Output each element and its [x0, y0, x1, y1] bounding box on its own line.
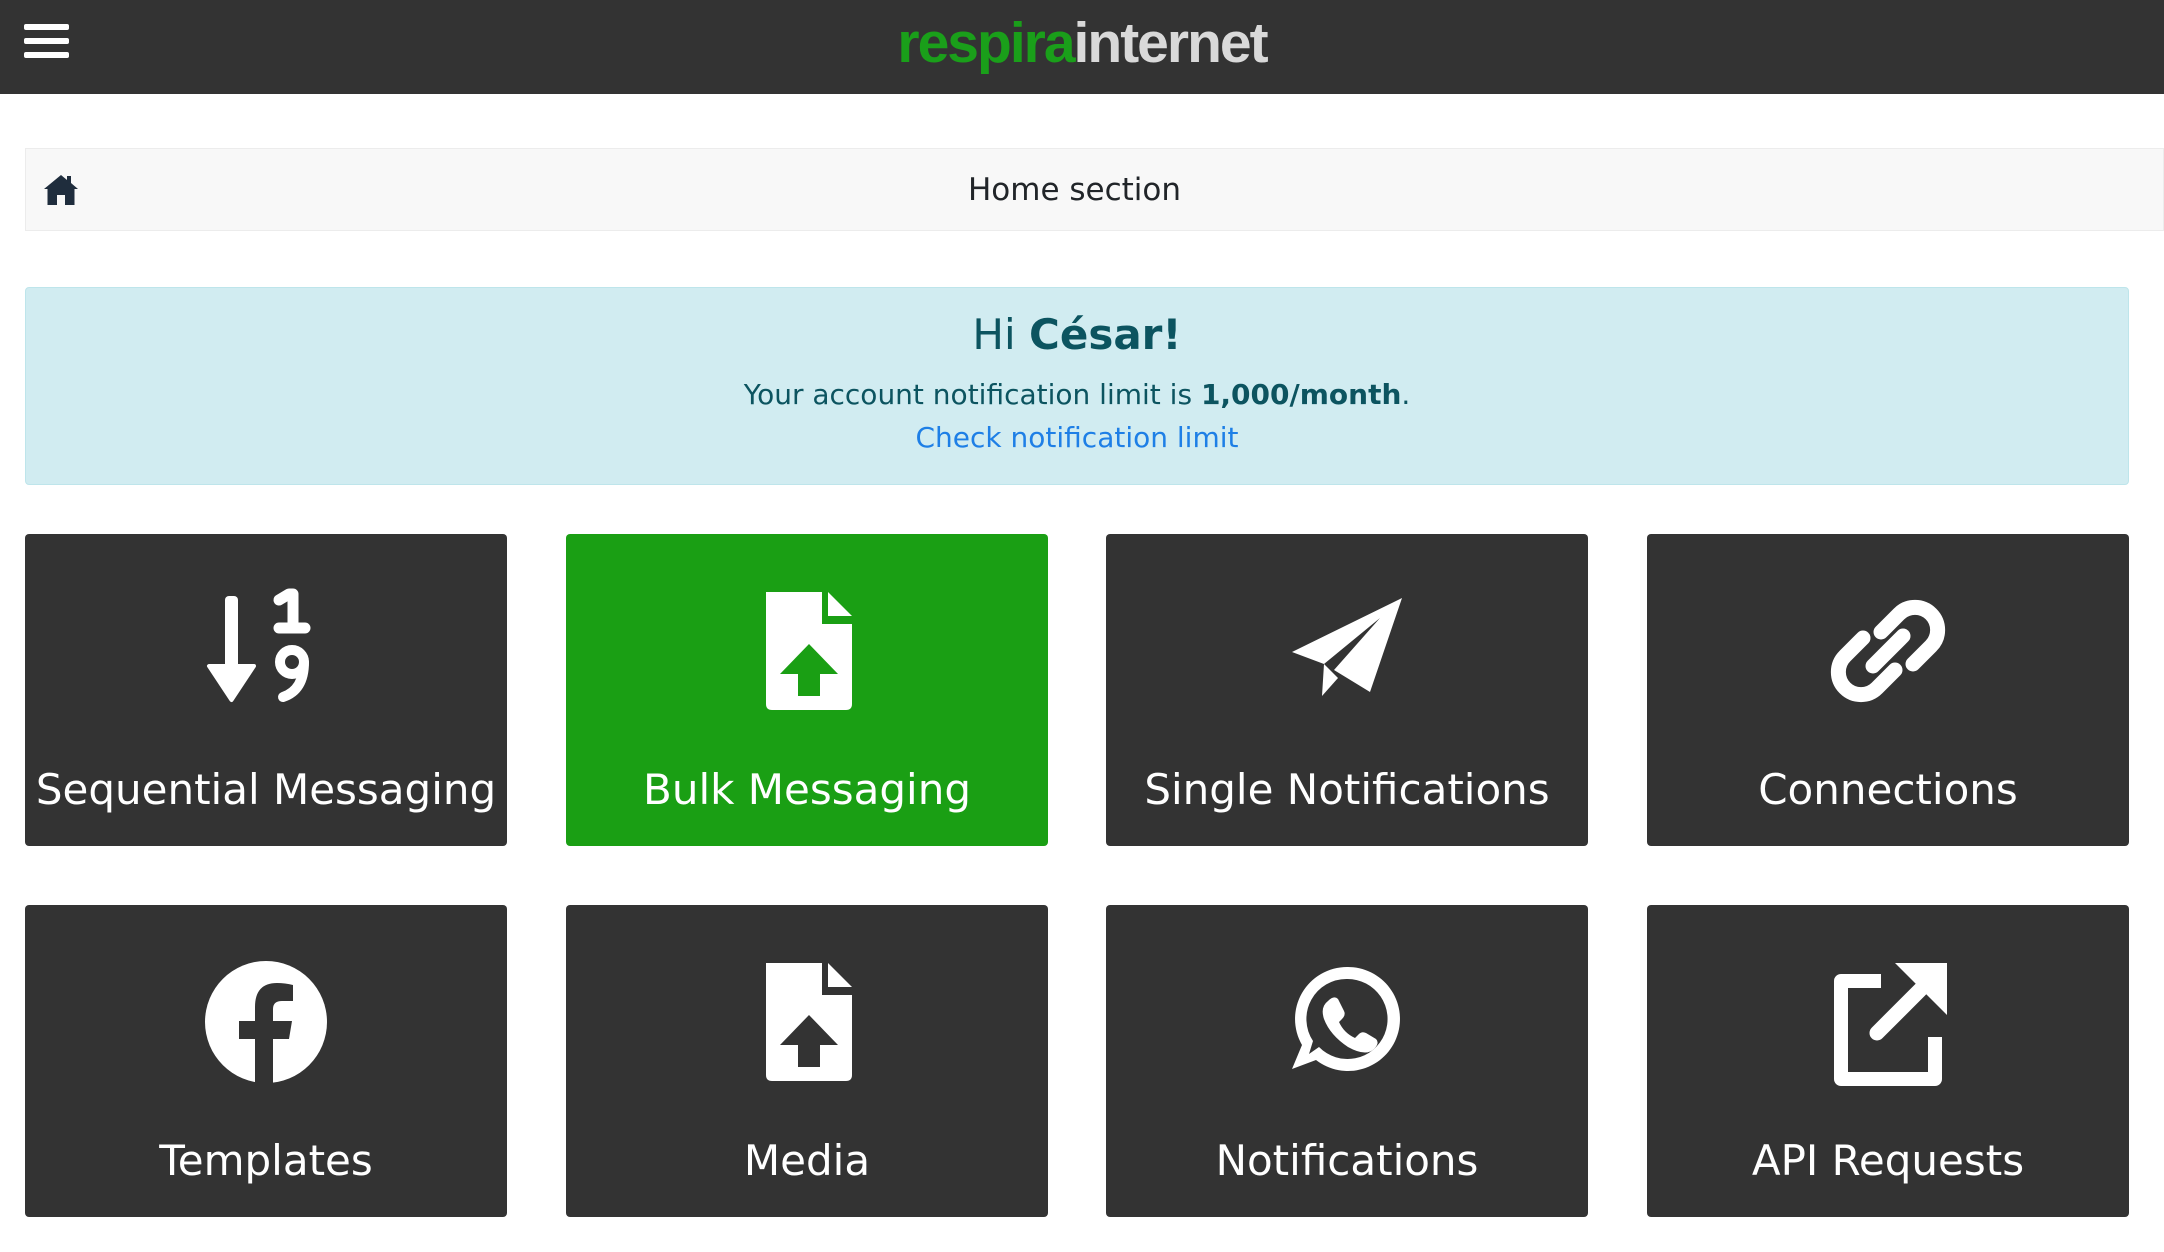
brand-logo-part2: internet [1073, 11, 1269, 75]
file-upload-icon [766, 592, 852, 710]
brand-logo[interactable]: respirainternet [0, 0, 2164, 94]
tile-label: Bulk Messaging [643, 765, 971, 814]
limit-suffix: . [1401, 378, 1411, 411]
limit-prefix: Your account notification limit is [743, 378, 1201, 411]
tile-label: API Requests [1751, 1136, 2025, 1185]
tile-notifications[interactable]: Notifications [1106, 905, 1588, 1217]
limit-value: 1,000/month [1200, 378, 1402, 411]
tile-templates[interactable]: Templates [25, 905, 507, 1217]
tile-label: Notifications [1215, 1136, 1479, 1185]
tile-label: Sequential Messaging [35, 765, 497, 814]
link-icon [1830, 599, 1946, 703]
tile-sequential-messaging[interactable]: Sequential Messaging [25, 534, 507, 846]
facebook-icon [205, 961, 327, 1083]
user-name: César! [1029, 310, 1182, 359]
breadcrumb: Home section [25, 148, 2164, 231]
brand-logo-part1: respira [897, 11, 1075, 75]
greeting-prefix: Hi [972, 310, 1030, 359]
check-notification-limit-link[interactable]: Check notification limit [916, 421, 1239, 454]
paper-plane-icon [1292, 598, 1402, 696]
tile-api-requests[interactable]: API Requests [1647, 905, 2129, 1217]
tile-label: Templates [159, 1136, 373, 1185]
greeting: Hi César! [26, 310, 2128, 359]
tile-bulk-messaging[interactable]: Bulk Messaging [566, 534, 1048, 846]
welcome-alert: Hi César! Your account notification limi… [25, 287, 2129, 485]
external-link-icon [1834, 963, 1947, 1086]
file-upload-icon [766, 963, 852, 1081]
notification-limit-text: Your account notification limit is 1,000… [26, 378, 2128, 411]
page-title: Home section [967, 172, 1182, 208]
sort-numeric-down-icon [207, 588, 311, 702]
tile-label: Single Notifications [1144, 765, 1550, 814]
tile-media[interactable]: Media [566, 905, 1048, 1217]
top-navbar: respirainternet [0, 0, 2164, 94]
tile-label: Connections [1758, 765, 2018, 814]
whatsapp-icon [1292, 966, 1400, 1071]
tile-single-notifications[interactable]: Single Notifications [1106, 534, 1588, 846]
tile-connections[interactable]: Connections [1647, 534, 2129, 846]
tile-label: Media [743, 1136, 871, 1185]
